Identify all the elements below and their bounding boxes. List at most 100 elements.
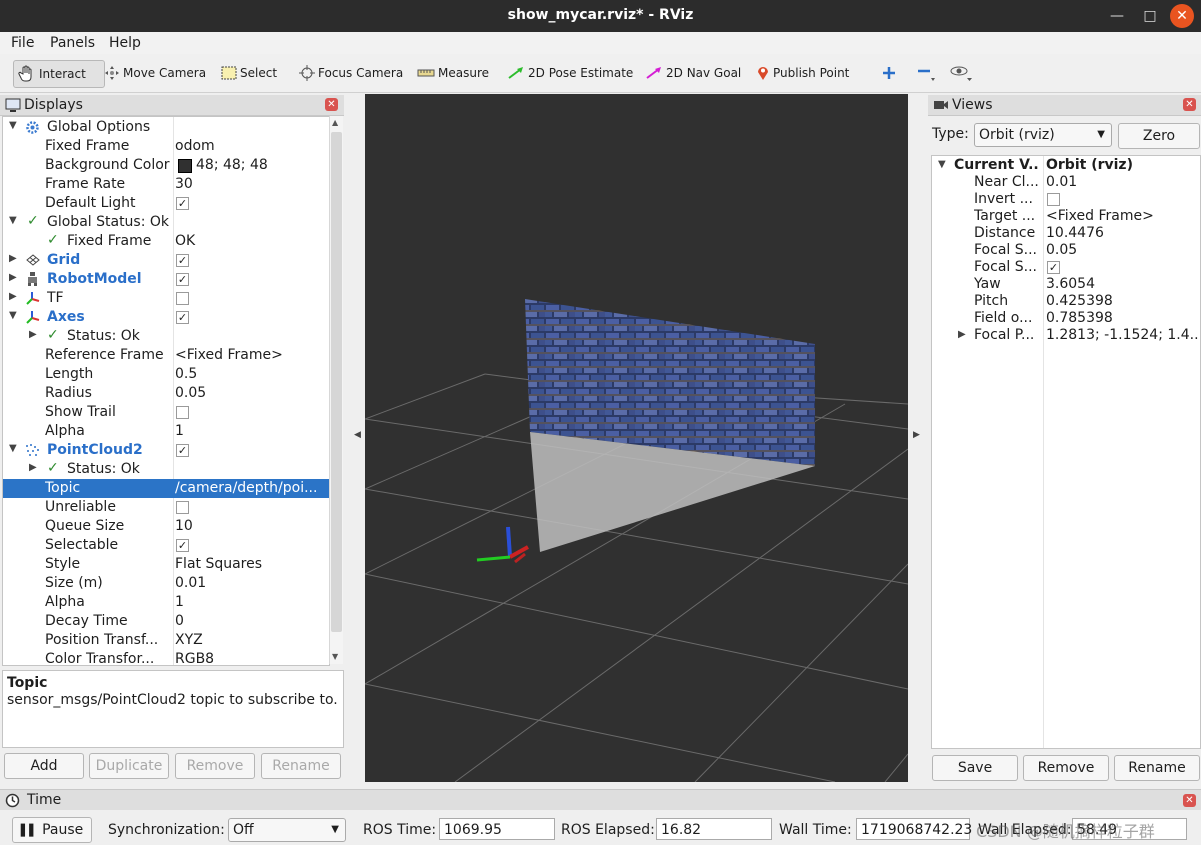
style-value[interactable]: Flat Squares <box>175 556 327 572</box>
tree-row-decay-time[interactable]: Decay Time 0 <box>3 612 329 631</box>
distance-value[interactable]: 10.4476 <box>1046 225 1198 241</box>
field-of-view-value[interactable]: 0.785398 <box>1046 310 1198 326</box>
rename-view-button[interactable]: Rename <box>1114 755 1200 781</box>
2d-pose-estimate-tool[interactable]: 2D Pose Estimate <box>503 60 637 86</box>
queue-size-value[interactable]: 10 <box>175 518 327 534</box>
scroll-down-icon[interactable]: ▼ <box>332 652 338 661</box>
alpha-pc-value[interactable]: 1 <box>175 594 327 610</box>
measure-tool[interactable]: Measure <box>413 60 493 86</box>
ros-elapsed-field[interactable]: 16.82 <box>656 818 772 840</box>
remove-view-button[interactable]: Remove <box>1023 755 1109 781</box>
reference-frame-value[interactable]: <Fixed Frame> <box>175 347 327 363</box>
topic-value[interactable]: /camera/depth/poi... <box>175 480 327 496</box>
tree-row-frame-rate[interactable]: Frame Rate 30 <box>3 175 329 194</box>
rename-display-button[interactable]: Rename <box>261 753 341 779</box>
radius-value[interactable]: 0.05 <box>175 385 327 401</box>
select-tool[interactable]: Select <box>217 60 281 86</box>
tree-row-focal-shape-size[interactable]: Focal S... 0.05 <box>932 242 1200 259</box>
frame-rate-value[interactable]: 30 <box>175 176 327 192</box>
synchronization-combo[interactable]: Off ▼ <box>228 818 346 842</box>
tree-row-fixed-frame-status[interactable]: ✓ Fixed Frame OK <box>3 232 329 251</box>
yaw-value[interactable]: 3.6054 <box>1046 276 1198 292</box>
tree-row-position-transformer[interactable]: Position Transf... XYZ <box>3 631 329 650</box>
expand-arrow-icon[interactable]: ▼ <box>938 159 946 170</box>
tree-row-axes-status[interactable]: ▶ ✓ Status: Ok <box>3 327 329 346</box>
tree-row-global-status[interactable]: ▼ ✓ Global Status: Ok <box>3 213 329 232</box>
views-tree[interactable]: ▼ Current V... Orbit (rviz) Near Cl... 0.… <box>931 155 1201 749</box>
default-light-checkbox[interactable]: ✓ <box>176 197 189 210</box>
axes-checkbox[interactable]: ✓ <box>176 311 189 324</box>
focal-point-value[interactable]: 1.2813; -1.1524; 1.4... <box>1046 327 1198 343</box>
tree-row-yaw[interactable]: Yaw 3.6054 <box>932 276 1200 293</box>
tree-row-field-of-view[interactable]: Field o... 0.785398 <box>932 310 1200 327</box>
target-value[interactable]: <Fixed Frame> <box>1046 208 1198 224</box>
displays-tree[interactable]: ▼ Global Options Fixed Frame odom Backgr… <box>2 116 330 666</box>
collapse-arrow-icon[interactable]: ▶ <box>29 462 37 473</box>
length-value[interactable]: 0.5 <box>175 366 327 382</box>
tree-row-alpha-pc[interactable]: Alpha 1 <box>3 593 329 612</box>
tree-row-focal-point[interactable]: ▶ Focal P... 1.2813; -1.1524; 1.4... <box>932 327 1200 344</box>
3d-scene[interactable] <box>365 94 908 782</box>
collapse-right-icon[interactable]: ▶ <box>913 430 920 440</box>
displays-scrollbar[interactable]: ▲ ▼ <box>329 116 343 664</box>
tree-row-pitch[interactable]: Pitch 0.425398 <box>932 293 1200 310</box>
menu-file[interactable]: File <box>11 35 34 51</box>
minimize-button[interactable]: — <box>1105 4 1129 28</box>
tree-row-show-trail[interactable]: Show Trail <box>3 403 329 422</box>
scrollbar-thumb[interactable] <box>331 132 342 632</box>
tree-row-topic[interactable]: Topic /camera/depth/poi... <box>3 479 329 498</box>
time-close-button[interactable]: ✕ <box>1183 794 1196 807</box>
alpha-value[interactable]: 1 <box>175 423 327 439</box>
zero-button[interactable]: Zero <box>1118 123 1200 149</box>
collapse-left-icon[interactable]: ◀ <box>354 430 361 440</box>
tree-row-invert[interactable]: Invert ... <box>932 191 1200 208</box>
2d-nav-goal-tool[interactable]: 2D Nav Goal <box>641 60 745 86</box>
collapse-arrow-icon[interactable]: ▶ <box>958 329 966 340</box>
background-color-value[interactable]: 48; 48; 48 <box>196 157 329 173</box>
duplicate-display-button[interactable]: Duplicate <box>89 753 169 779</box>
render-viewport[interactable] <box>365 94 908 782</box>
pause-button[interactable]: ▌▌ Pause <box>12 817 92 843</box>
tree-row-current-view[interactable]: ▼ Current V... Orbit (rviz) <box>932 157 1200 174</box>
unreliable-checkbox[interactable] <box>176 501 189 514</box>
tree-row-global-options[interactable]: ▼ Global Options <box>3 118 329 137</box>
selectable-checkbox[interactable]: ✓ <box>176 539 189 552</box>
maximize-button[interactable]: □ <box>1138 4 1162 28</box>
displays-close-button[interactable]: ✕ <box>325 98 338 111</box>
views-close-button[interactable]: ✕ <box>1183 98 1196 111</box>
expand-arrow-icon[interactable]: ▼ <box>9 215 17 226</box>
show-trail-checkbox[interactable] <box>176 406 189 419</box>
tree-row-target[interactable]: Target ... <Fixed Frame> <box>932 208 1200 225</box>
tree-row-pointcloud2[interactable]: ▼ PointCloud2 ✓ <box>3 441 329 460</box>
move-camera-tool[interactable]: Move Camera <box>100 60 210 86</box>
remove-display-button[interactable]: Remove <box>175 753 255 779</box>
collapse-arrow-icon[interactable]: ▶ <box>9 291 17 302</box>
tree-row-near-clip[interactable]: Near Cl... 0.01 <box>932 174 1200 191</box>
expand-arrow-icon[interactable]: ▼ <box>9 120 17 131</box>
tree-row-unreliable[interactable]: Unreliable <box>3 498 329 517</box>
tree-row-color-transformer[interactable]: Color Transfor... RGB8 <box>3 650 329 665</box>
ros-time-field[interactable]: 1069.95 <box>439 818 555 840</box>
tree-row-pointcloud-status[interactable]: ▶ ✓ Status: Ok <box>3 460 329 479</box>
tree-row-fixed-frame[interactable]: Fixed Frame odom <box>3 137 329 156</box>
robotmodel-checkbox[interactable]: ✓ <box>176 273 189 286</box>
pointcloud2-checkbox[interactable]: ✓ <box>176 444 189 457</box>
grid-checkbox[interactable]: ✓ <box>176 254 189 267</box>
focal-shape-fixed-checkbox[interactable]: ✓ <box>1047 261 1060 274</box>
menu-help[interactable]: Help <box>109 35 141 51</box>
add-display-button[interactable]: Add <box>4 753 84 779</box>
tree-row-queue-size[interactable]: Queue Size 10 <box>3 517 329 536</box>
add-tool-button[interactable] <box>878 60 903 86</box>
tree-row-length[interactable]: Length 0.5 <box>3 365 329 384</box>
invert-checkbox[interactable] <box>1047 193 1060 206</box>
expand-arrow-icon[interactable]: ▼ <box>9 310 17 321</box>
collapse-arrow-icon[interactable]: ▶ <box>9 253 17 264</box>
publish-point-tool[interactable]: Publish Point <box>752 60 853 86</box>
tree-row-distance[interactable]: Distance 10.4476 <box>932 225 1200 242</box>
tree-row-tf[interactable]: ▶ TF <box>3 289 329 308</box>
decay-time-value[interactable]: 0 <box>175 613 327 629</box>
fixed-frame-value[interactable]: odom <box>175 138 327 154</box>
remove-tool-button[interactable] <box>912 60 943 86</box>
position-transformer-value[interactable]: XYZ <box>175 632 327 648</box>
color-transformer-value[interactable]: RGB8 <box>175 651 327 665</box>
